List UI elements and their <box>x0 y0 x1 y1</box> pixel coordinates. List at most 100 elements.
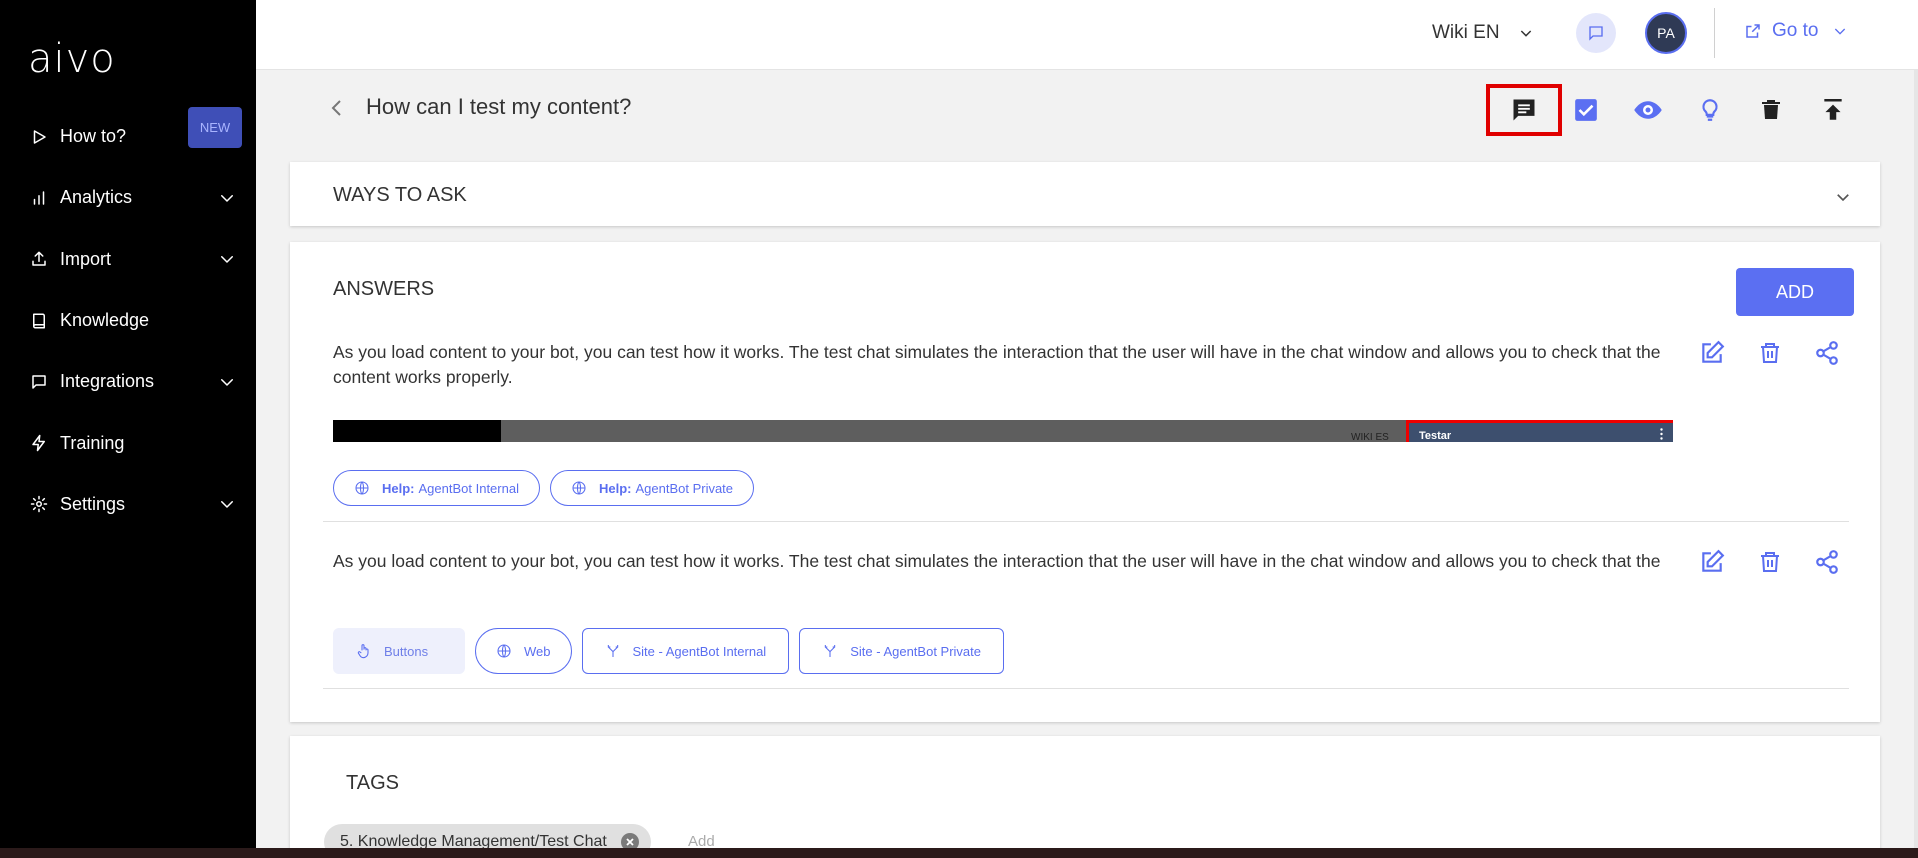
preview-window-title: Testar <box>1419 430 1452 442</box>
chevron-down-icon <box>221 256 233 263</box>
delete-answer-button[interactable] <box>1755 547 1785 577</box>
close-icon <box>626 838 634 846</box>
chevron-down-icon <box>221 501 233 509</box>
chat-bubble-icon <box>32 375 46 389</box>
page-title: How can I test my content? <box>366 94 632 119</box>
goto-label: Go to <box>1772 20 1819 41</box>
fork-icon <box>607 645 618 657</box>
preview-chat-window: Testar <box>1406 420 1673 442</box>
sidebar-item-label: Integrations <box>60 371 155 392</box>
answer-text[interactable]: As you load content to your bot, you can… <box>333 549 1673 577</box>
language-value: Wiki EN <box>1432 22 1500 43</box>
chat-button[interactable] <box>1576 13 1616 53</box>
chat-bubble-icon <box>1589 26 1603 41</box>
trash-icon <box>1760 343 1779 363</box>
sidebar-item-import[interactable]: Import <box>0 229 256 290</box>
sidebar-item-knowledge[interactable]: Knowledge <box>0 290 256 351</box>
new-badge: NEW <box>188 107 242 148</box>
chip-label: Buttons <box>384 643 429 659</box>
globe-icon <box>572 481 586 495</box>
trash-icon <box>1762 100 1780 119</box>
comment-button[interactable] <box>1506 92 1542 128</box>
sidebar-item-analytics[interactable]: Analytics <box>0 167 256 228</box>
avatar[interactable]: PA <box>1645 12 1687 54</box>
answer-actions <box>1697 547 1842 577</box>
checkbox-button[interactable] <box>1568 92 1604 128</box>
buttons-chip[interactable]: Buttons <box>333 628 465 674</box>
channel-chip[interactable]: Help: AgentBot Private <box>549 470 755 506</box>
globe-icon <box>355 481 369 495</box>
section-title: WAYS TO ASK <box>333 184 467 206</box>
sidebar-nav: How to? NEW Analytics Import Knowledge I… <box>0 106 256 535</box>
publish-button[interactable] <box>1815 92 1851 128</box>
hand-pointer-icon <box>357 644 369 659</box>
chevron-down-icon <box>221 378 233 386</box>
section-title: TAGS <box>346 772 399 794</box>
sidebar-item-label: Training <box>60 432 125 453</box>
comment-icon <box>1513 99 1535 121</box>
more-vertical-icon <box>1660 428 1663 440</box>
answer-channels: Help: AgentBot Internal Help: AgentBot P… <box>333 470 755 506</box>
chevron-down-icon <box>1835 28 1846 35</box>
share-icon <box>1816 550 1838 574</box>
publish-icon <box>1824 98 1842 120</box>
preview-label: WIKI ES <box>1351 432 1389 442</box>
chevron-left-icon[interactable] <box>330 98 344 118</box>
preview-button[interactable] <box>1630 92 1666 128</box>
suggestion-button[interactable] <box>1692 92 1728 128</box>
answer-image-preview[interactable]: WIKI ES Testar <box>333 420 1673 442</box>
web-chip[interactable]: Web <box>475 628 572 674</box>
gear-icon <box>30 496 48 513</box>
preview-black-bar <box>333 420 501 442</box>
chip-prefix: Help: <box>598 480 632 496</box>
sidebar-item-how-to[interactable]: How to? NEW <box>0 106 256 167</box>
sidebar-item-label: Import <box>60 248 112 269</box>
divider <box>323 688 1849 689</box>
add-answer-button[interactable]: ADD <box>1736 268 1854 316</box>
taskbar-strip <box>0 848 1918 858</box>
language-select[interactable]: Wiki EN <box>1432 22 1534 44</box>
trash-icon <box>1760 552 1779 572</box>
divider <box>323 521 1849 522</box>
chip-label: Site - AgentBot Internal <box>632 643 767 659</box>
chip-prefix: Help: <box>382 480 415 496</box>
share-icon <box>1816 341 1838 365</box>
answer-text[interactable]: As you load content to your bot, you can… <box>333 340 1673 390</box>
share-button[interactable] <box>1812 338 1842 368</box>
play-icon <box>33 129 46 144</box>
delete-button[interactable] <box>1753 92 1789 128</box>
sidebar-item-settings[interactable]: Settings <box>0 474 256 535</box>
book-icon <box>33 313 45 329</box>
scrollbar[interactable] <box>1914 70 1918 848</box>
answers-panel: ANSWERS ADD As you load content to your … <box>290 242 1880 722</box>
chip-label: AgentBot Private <box>635 480 734 496</box>
chevron-down-icon[interactable] <box>1834 188 1852 206</box>
chip-label: Site - AgentBot Private <box>850 643 981 659</box>
title-bar: How can I test my content? <box>290 72 1880 148</box>
delete-answer-button[interactable] <box>1755 338 1785 368</box>
edit-icon <box>1702 549 1725 572</box>
fork-icon <box>825 645 836 657</box>
checkbox-icon <box>1575 99 1597 121</box>
lightbulb-icon <box>1702 99 1718 121</box>
sidebar-item-training[interactable]: Training <box>0 412 256 473</box>
ways-to-ask-panel[interactable]: WAYS TO ASK <box>290 162 1880 226</box>
chevron-down-icon <box>1520 30 1531 37</box>
sidebar: aivo How to? NEW Analytics Import Knowle… <box>0 0 256 848</box>
sidebar-item-integrations[interactable]: Integrations <box>0 351 256 412</box>
aivo-logo[interactable]: aivo <box>28 36 116 82</box>
channel-chip[interactable]: Help: AgentBot Internal <box>333 470 540 506</box>
edit-button[interactable] <box>1697 338 1727 368</box>
chip-label: Web <box>524 643 551 659</box>
bolt-icon <box>32 434 45 452</box>
eye-icon <box>1634 101 1662 119</box>
share-button[interactable] <box>1812 547 1842 577</box>
goto-menu[interactable]: Go to <box>1744 20 1848 42</box>
site-chip[interactable]: Site - AgentBot Internal <box>581 628 790 674</box>
edit-button[interactable] <box>1697 547 1727 577</box>
chip-label: AgentBot Internal <box>418 480 519 496</box>
site-chip[interactable]: Site - AgentBot Private <box>799 628 1004 674</box>
sidebar-item-label: Settings <box>60 493 126 514</box>
upload-icon <box>32 251 46 266</box>
answer-channels: Buttons Web Site - AgentBot Internal Sit… <box>333 628 1004 674</box>
